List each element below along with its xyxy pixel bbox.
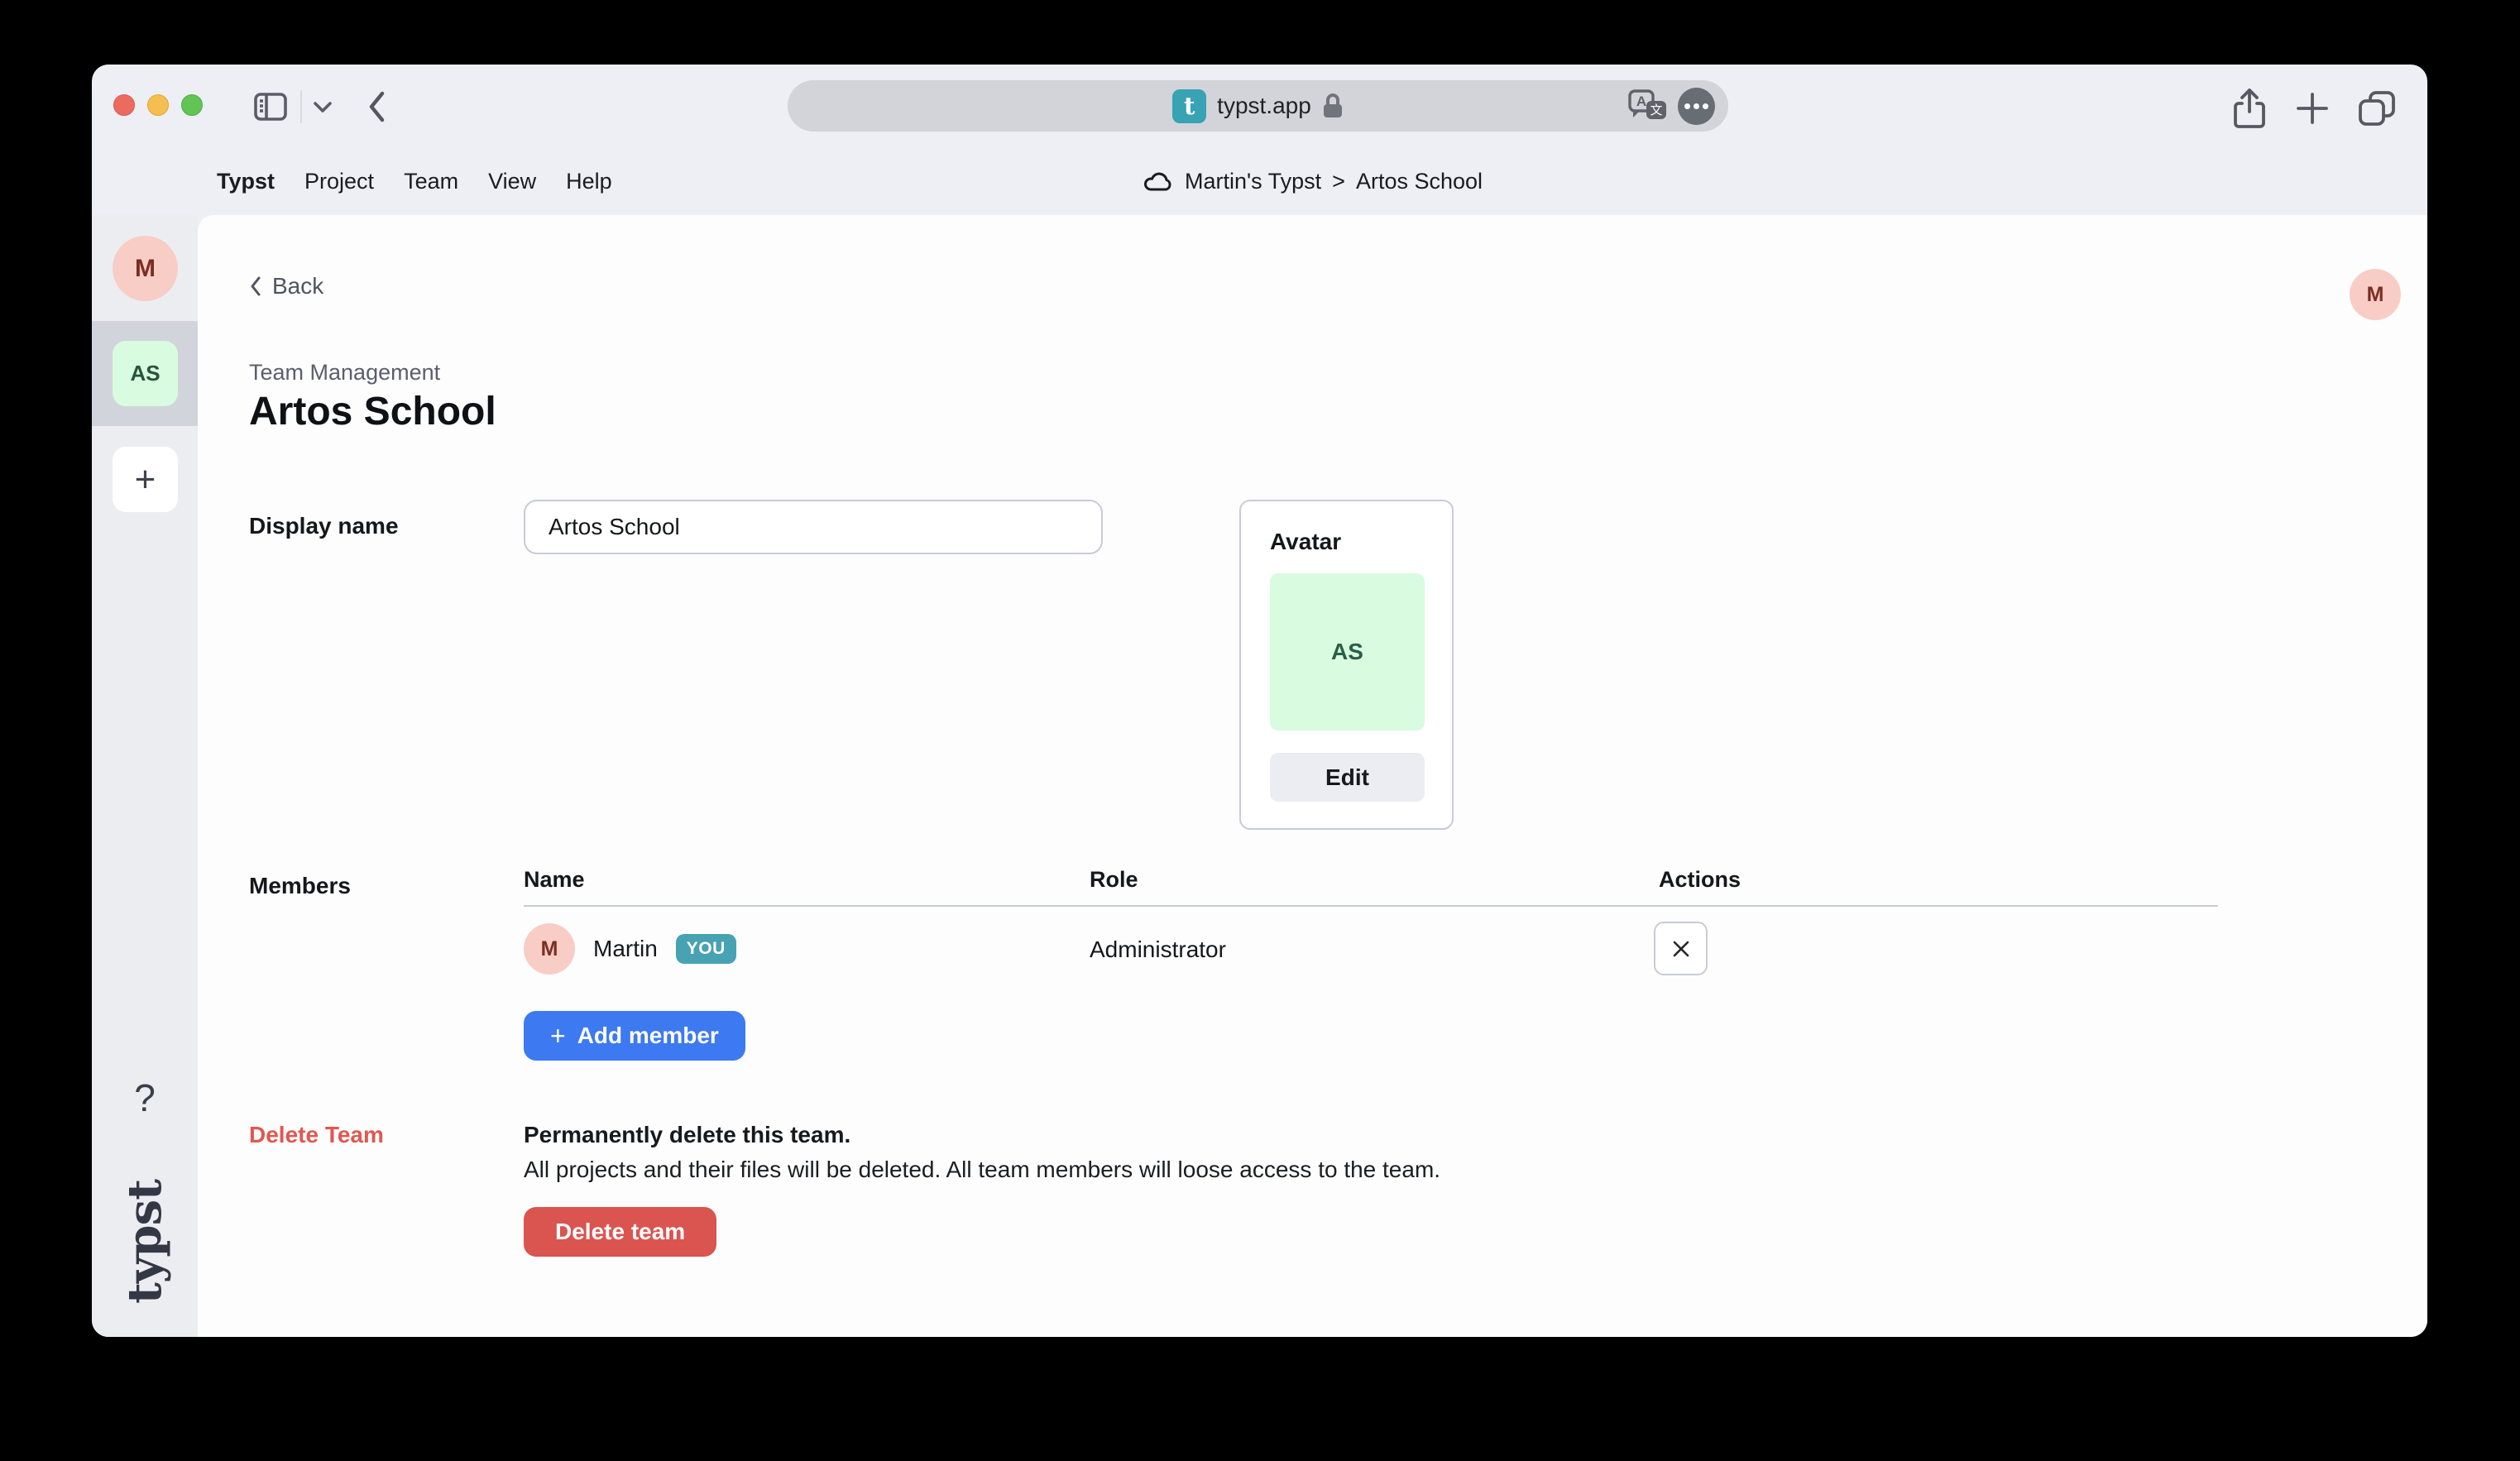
breadcrumb-workspace[interactable]: Martin's Typst	[1185, 169, 1321, 194]
app-menu-bar: Martin's Typst > Artos School Typst Proj…	[92, 148, 2427, 215]
zoom-window-button[interactable]	[181, 94, 203, 116]
delete-team-warning: Permanently delete this team.	[524, 1122, 850, 1148]
address-bar[interactable]: t typst.app A 文	[788, 80, 1728, 132]
remove-member-button[interactable]	[1654, 922, 1708, 975]
member-avatar: M	[524, 923, 575, 975]
display-name-input[interactable]	[524, 500, 1103, 554]
menu-typst[interactable]: Typst	[217, 169, 275, 194]
url-host: typst.app	[1217, 93, 1311, 119]
back-navigation-button[interactable]	[365, 87, 388, 127]
account-avatar[interactable]: M	[2350, 269, 2401, 320]
table-row: M Martin YOU Administrator	[524, 907, 2218, 999]
window-controls	[113, 94, 203, 116]
svg-text:文: 文	[1650, 103, 1662, 117]
workspace-sidebar: M AS + ? typst	[92, 215, 198, 1337]
new-tab-button[interactable]	[2293, 89, 2331, 127]
breadcrumb-page[interactable]: Artos School	[1356, 169, 1483, 194]
delete-team-section-label: Delete Team	[249, 1122, 384, 1148]
chevron-down-icon[interactable]	[310, 99, 335, 116]
menu-project[interactable]: Project	[304, 169, 374, 194]
team-avatar-preview: AS	[1270, 573, 1425, 730]
avatar-card-title: Avatar	[1270, 529, 1423, 555]
edit-avatar-button[interactable]: Edit	[1270, 753, 1425, 802]
sidebar-selected-strip: AS	[92, 321, 198, 426]
menu-team[interactable]: Team	[404, 169, 458, 194]
plus-icon: +	[550, 1021, 566, 1051]
translate-icon[interactable]: A 文	[1627, 86, 1670, 126]
close-icon	[1670, 938, 1692, 960]
team-management-page: Back M Team Management Artos School Disp…	[198, 215, 2427, 1337]
typst-logo: typst	[92, 1173, 198, 1310]
minimize-window-button[interactable]	[147, 94, 169, 116]
menu-help[interactable]: Help	[566, 169, 612, 194]
back-link-label: Back	[272, 273, 323, 299]
sidebar-toggle-icon[interactable]	[252, 89, 289, 125]
toolbar-divider	[300, 90, 302, 123]
svg-text:A: A	[1636, 93, 1646, 109]
help-icon[interactable]: ?	[92, 1075, 198, 1120]
breadcrumb-separator: >	[1332, 169, 1345, 194]
column-header-role: Role	[1090, 867, 1138, 893]
sidebar-team-avatar[interactable]: AS	[113, 341, 178, 406]
share-button[interactable]	[2230, 87, 2268, 130]
sidebar-user-avatar[interactable]: M	[113, 236, 178, 301]
members-table-header: Name Role Actions	[524, 867, 2218, 907]
tab-overview-button[interactable]	[2356, 89, 2398, 127]
member-role: Administrator	[1090, 936, 1226, 963]
lock-icon	[1322, 92, 1344, 120]
members-label: Members	[249, 873, 351, 899]
section-eyebrow: Team Management	[249, 360, 440, 386]
sidebar-add-team-button[interactable]: +	[113, 447, 178, 512]
avatar-card: Avatar AS Edit	[1239, 500, 1454, 830]
member-name: Martin	[593, 936, 658, 962]
column-header-actions: Actions	[1659, 867, 1741, 893]
close-window-button[interactable]	[113, 94, 135, 116]
chevron-left-icon	[249, 275, 262, 298]
add-member-label: Add member	[577, 1023, 719, 1049]
delete-team-button[interactable]: Delete team	[524, 1207, 716, 1257]
you-badge: YOU	[676, 934, 736, 964]
menu-view[interactable]: View	[488, 169, 536, 194]
members-table: Name Role Actions M Martin YOU Administr…	[524, 867, 2218, 999]
display-name-label: Display name	[249, 513, 399, 539]
page-settings-button[interactable]	[1678, 88, 1715, 125]
page-title: Artos School	[249, 389, 496, 434]
browser-window: t typst.app A 文	[92, 65, 2427, 1337]
delete-team-description: All projects and their files will be del…	[524, 1157, 1440, 1183]
back-link[interactable]: Back	[249, 273, 323, 299]
site-favicon: t	[1172, 89, 1206, 123]
add-member-button[interactable]: + Add member	[524, 1011, 745, 1061]
cloud-icon	[1143, 170, 1174, 194]
browser-toolbar: t typst.app A 文	[92, 65, 2427, 148]
column-header-name: Name	[524, 867, 585, 893]
